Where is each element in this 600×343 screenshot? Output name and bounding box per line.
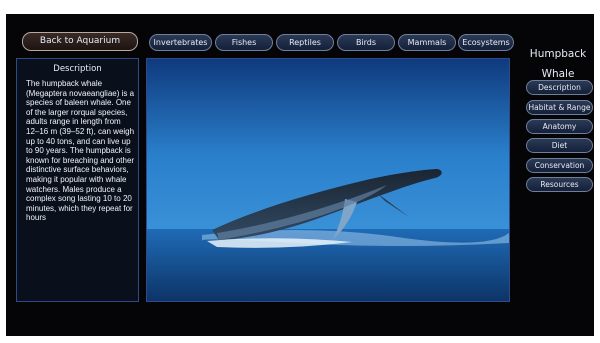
description-heading: Description — [53, 64, 102, 74]
back-to-aquarium-button[interactable]: Back to Aquarium — [22, 32, 138, 51]
tab-birds[interactable]: Birds — [337, 34, 395, 51]
tab-invertebrates[interactable]: Invertebrates — [149, 34, 212, 51]
animal-title-line1: Humpback — [529, 48, 587, 60]
tab-reptiles[interactable]: Reptiles — [276, 34, 334, 51]
sidebar-item-resources[interactable]: Resources — [526, 177, 593, 192]
description-panel: Description The humpback whale (Megapter… — [16, 58, 139, 302]
sidebar-item-conservation[interactable]: Conservation — [526, 158, 593, 173]
whale-photo — [146, 58, 510, 302]
animal-title: Humpback Whale — [520, 44, 596, 84]
humpback-whale-image — [147, 59, 509, 301]
tab-fishes[interactable]: Fishes — [215, 34, 273, 51]
app-window: Back to Aquarium Invertebrates Fishes Re… — [6, 14, 594, 336]
sidebar-item-diet[interactable]: Diet — [526, 138, 593, 153]
tab-ecosystems[interactable]: Ecosystems — [458, 34, 514, 51]
sidebar-item-habitat-range[interactable]: Habitat & Range — [526, 100, 593, 115]
description-text: The humpback whale (Megaptera novaeangli… — [26, 79, 135, 223]
sidebar-item-anatomy[interactable]: Anatomy — [526, 119, 593, 134]
tab-mammals[interactable]: Mammals — [398, 34, 456, 51]
sidebar-item-description[interactable]: Description — [526, 80, 593, 95]
